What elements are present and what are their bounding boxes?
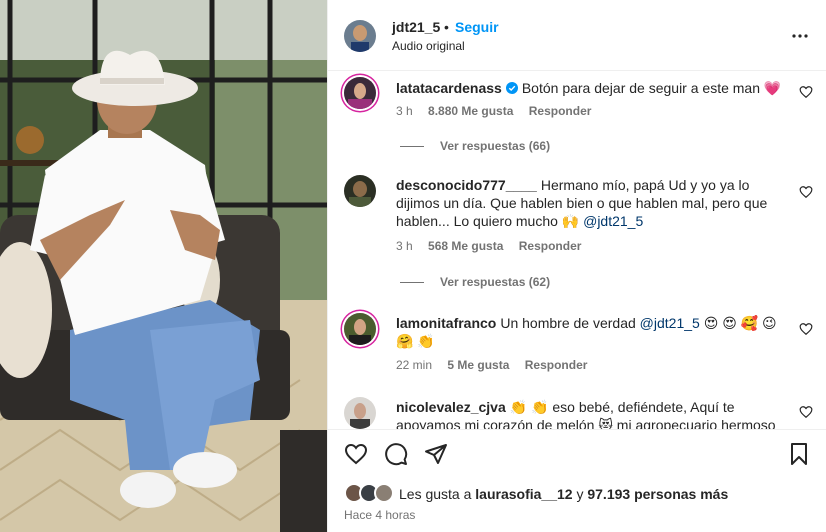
- comment-body: latatacardenass Botón para dejar de segui…: [396, 79, 796, 97]
- comments-list[interactable]: latatacardenass Botón para dejar de segui…: [328, 71, 826, 429]
- comment-text: Un hombre de verdad: [500, 315, 636, 331]
- author-avatar[interactable]: [344, 20, 376, 52]
- heart-icon[interactable]: [799, 322, 813, 336]
- commenter-avatar[interactable]: [344, 397, 376, 429]
- heart-icon[interactable]: [799, 185, 813, 199]
- comment-icon[interactable]: [384, 442, 408, 466]
- comment-body: lamonitafranco Un hombre de verdad @jdt21…: [396, 314, 796, 350]
- post-details-panel: jdt21_5 • Seguir Audio original latataca…: [327, 0, 826, 532]
- comment-username[interactable]: nicolevalez_cjva: [396, 399, 506, 415]
- post-header: jdt21_5 • Seguir Audio original: [328, 0, 826, 71]
- follow-button[interactable]: Seguir: [455, 19, 499, 35]
- liker-avatar: [374, 483, 394, 503]
- send-icon[interactable]: [424, 442, 448, 466]
- verified-badge-icon: [505, 82, 518, 94]
- reply-button[interactable]: Responder: [529, 104, 592, 118]
- comment-likes[interactable]: 568 Me gusta: [428, 239, 503, 253]
- comment-body: desconocido777____ Hermano mío, papá Ud y…: [396, 176, 796, 230]
- likes-prefix: Les gusta a: [399, 486, 472, 502]
- view-replies-button[interactable]: Ver respuestas (62): [400, 275, 550, 289]
- commenter-avatar[interactable]: [344, 175, 376, 207]
- view-replies-button[interactable]: Ver respuestas (66): [400, 139, 550, 153]
- comment-username[interactable]: desconocido777____: [396, 177, 537, 193]
- replies-divider: [400, 282, 424, 284]
- post-media[interactable]: [0, 0, 327, 532]
- comment-meta: 3 h 568 Me gusta Responder: [396, 239, 593, 253]
- bookmark-icon[interactable]: [787, 442, 811, 466]
- comment-meta: 22 min 5 Me gusta Responder: [396, 358, 599, 372]
- post-timestamp[interactable]: Hace 4 horas: [344, 508, 415, 522]
- comment-mention[interactable]: @jdt21_5: [640, 315, 700, 331]
- more-horizontal-icon[interactable]: [788, 24, 812, 48]
- comment-text: Botón para dejar de seguir a este man 💗: [521, 80, 782, 96]
- commenter-avatar[interactable]: [344, 313, 376, 345]
- video-frame: [0, 0, 327, 532]
- reply-button[interactable]: Responder: [519, 239, 582, 253]
- comment-meta: 3 h 8.880 Me gusta Responder: [396, 104, 603, 118]
- audio-label[interactable]: Audio original: [392, 39, 465, 53]
- comment-username[interactable]: lamonitafranco: [396, 315, 496, 331]
- comment-likes[interactable]: 8.880 Me gusta: [428, 104, 513, 118]
- comment-username[interactable]: latatacardenass: [396, 80, 502, 96]
- comment-time[interactable]: 3 h: [396, 104, 413, 118]
- comment-likes[interactable]: 5 Me gusta: [447, 358, 509, 372]
- author-username[interactable]: jdt21_5: [392, 19, 440, 35]
- comment-time[interactable]: 3 h: [396, 239, 413, 253]
- view-replies-label: Ver respuestas (62): [440, 275, 551, 289]
- replies-divider: [400, 146, 424, 148]
- heart-icon[interactable]: [344, 442, 368, 466]
- comment-time[interactable]: 22 min: [396, 358, 432, 372]
- heart-icon[interactable]: [799, 85, 813, 99]
- likes-text: Les gusta a laurasofia__12 y 97.193 pers…: [399, 486, 728, 502]
- likes-joiner: y: [576, 486, 584, 502]
- reply-button[interactable]: Responder: [525, 358, 588, 372]
- heart-icon[interactable]: [799, 405, 813, 419]
- commenter-avatar[interactable]: [344, 77, 376, 109]
- likes-user[interactable]: laurasofia__12: [475, 486, 572, 502]
- view-replies-label: Ver respuestas (66): [440, 139, 551, 153]
- post-actions: Les gusta a laurasofia__12 y 97.193 pers…: [328, 429, 826, 532]
- likes-others[interactable]: 97.193 personas más: [587, 486, 728, 502]
- comment-mention[interactable]: @jdt21_5: [583, 213, 643, 229]
- comment-body: nicolevalez_cjva 👏 👏 eso bebé, defiéndete…: [396, 398, 796, 429]
- header-separator: •: [444, 19, 449, 35]
